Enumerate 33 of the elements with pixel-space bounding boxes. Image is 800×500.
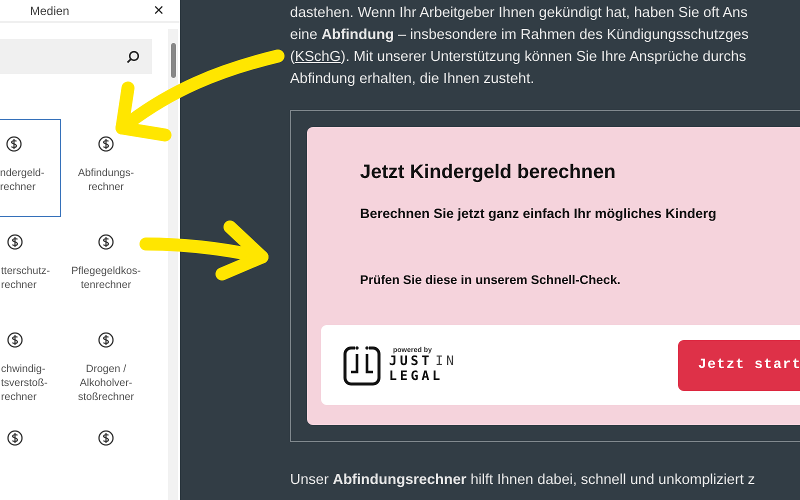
logo-text: IN — [435, 354, 457, 368]
panel-title: Medien — [30, 4, 70, 18]
paragraph-line: eine Abfindung – insbesondere im Rahmen des Kündigungsschutzges — [290, 26, 750, 45]
calculator-item[interactable]: Drogen / Alkoholver- stoßrechner — [61, 315, 151, 413]
calculator-item[interactable]: Pflegegeldkos- tenrechner — [61, 217, 151, 315]
dollar-icon — [98, 332, 114, 348]
start-button[interactable]: Jetzt start — [678, 340, 800, 390]
dollar-icon — [98, 136, 114, 152]
dollar-icon — [98, 234, 114, 250]
calculator-item[interactable]: ndergeld- rechner — [0, 119, 61, 217]
widget-subtitle: Berechnen Sie jetzt ganz einfach Ihr mögliches Kinderg — [360, 206, 718, 221]
calculator-item[interactable]: Abfindungs- rechner — [61, 119, 151, 217]
dollar-icon — [7, 332, 23, 348]
dollar-icon — [7, 430, 23, 446]
paragraph-line: dastehen. Wenn Ihr Arbeitgeber Ihnen gekündigt hat, haben Sie oft Ans — [290, 4, 749, 23]
dollar-icon — [7, 234, 23, 250]
widget-title: Jetzt Kindergeld berechnen — [360, 161, 617, 184]
calculator-item[interactable]: chwindig- tsverstoß- rechner — [0, 315, 61, 413]
close-button[interactable]: × — [151, 0, 166, 21]
calculator-item[interactable]: tterschutz- rechner — [0, 217, 61, 315]
paragraph-line: (KSchG). Mit unserer Unterstützung können Sie Ihre Ansprüche durchs — [290, 48, 748, 67]
search-icon — [126, 50, 140, 64]
logo-text: JUST — [389, 354, 432, 368]
paragraph-line: Unser Abfindungsrechner hilft Ihnen dabei, schnell und unkompliziert z — [290, 471, 756, 490]
paragraph-line: Abfindung erhalten, die Ihnen zusteht. — [290, 70, 536, 89]
scrollbar[interactable] — [168, 29, 178, 500]
logo-text: LEGAL — [389, 368, 444, 384]
logo-icon — [343, 344, 381, 386]
dollar-icon — [98, 430, 114, 446]
widget-text: Prüfen Sie diese in unserem Schnell-Check. — [360, 273, 622, 287]
dollar-icon — [6, 136, 22, 152]
search-field[interactable] — [0, 39, 152, 74]
abbreviation-link[interactable]: KSchG — [294, 49, 341, 65]
